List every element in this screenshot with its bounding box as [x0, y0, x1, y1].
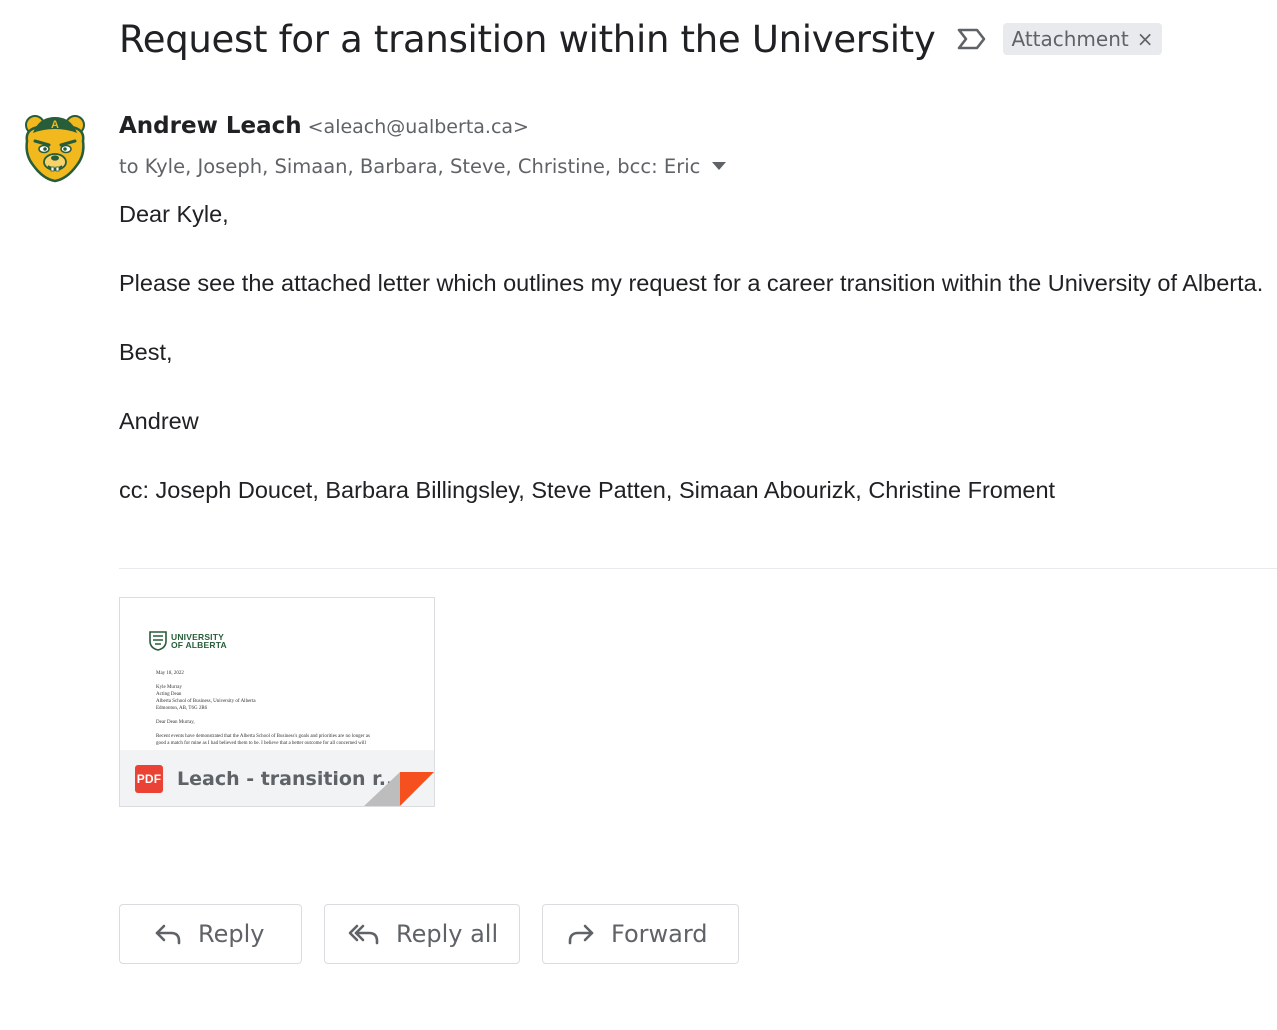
- body-greeting: Dear Kyle,: [119, 201, 229, 227]
- show-details-chevron-down-icon[interactable]: [712, 162, 727, 170]
- email-body: Dear Kyle, Please see the attached lette…: [119, 199, 1263, 505]
- reply-button[interactable]: Reply: [119, 904, 302, 964]
- letter-line: Dear Dean Murray,: [156, 720, 195, 725]
- sender-name[interactable]: Andrew Leach: [119, 113, 302, 139]
- message-actions: Reply Reply all Forward: [119, 904, 739, 964]
- attachment-card[interactable]: UNIVERSITY OF ALBERTA May 18, 2022 Kyle …: [119, 597, 435, 807]
- letter-line: Kyle Murray: [156, 685, 182, 690]
- body-closing: Best,: [119, 339, 173, 365]
- subject-row: Request for a transition within the Univ…: [119, 14, 1162, 64]
- recipients-row: to Kyle, Joseph, Simaan, Barbara, Steve,…: [119, 151, 727, 181]
- forward-label: Forward: [611, 920, 708, 948]
- reply-all-icon: [348, 923, 380, 945]
- letter-line: Alberta School of Business, University o…: [156, 699, 256, 704]
- forward-button[interactable]: Forward: [542, 904, 739, 964]
- reply-label: Reply: [198, 920, 265, 948]
- important-marker-icon[interactable]: [957, 26, 987, 52]
- letter-line: Acting Dean: [156, 692, 182, 697]
- university-of-alberta-logo: UNIVERSITY OF ALBERTA: [149, 631, 227, 651]
- letter-line: good a match for mine as I had believed …: [156, 741, 366, 746]
- sender-avatar[interactable]: A: [19, 111, 91, 183]
- svg-text:A: A: [51, 119, 59, 131]
- pdf-icon: PDF: [135, 765, 163, 793]
- body-cc-line: cc: Joseph Doucet, Barbara Billingsley, …: [119, 477, 1056, 503]
- reply-all-label: Reply all: [396, 920, 499, 948]
- letter-line: Edmonton, AB, T6G 2R6: [156, 706, 208, 711]
- body-paragraph: Please see the attached letter which out…: [119, 270, 1264, 296]
- recipients-text: to Kyle, Joseph, Simaan, Barbara, Steve,…: [119, 154, 701, 178]
- letter-line: Recent events have demonstrated that the…: [156, 734, 370, 739]
- golden-bear-icon: A: [25, 115, 85, 183]
- label-chip-text: Attachment: [1011, 27, 1129, 51]
- page-fold-corner-icon: [364, 772, 434, 806]
- reply-icon: [154, 923, 182, 945]
- letter-preview-text: May 18, 2022 Kyle Murray Acting Dean Alb…: [156, 670, 370, 747]
- reply-all-button[interactable]: Reply all: [324, 904, 520, 964]
- forward-icon: [567, 923, 595, 945]
- label-chip-attachment[interactable]: Attachment ×: [1003, 23, 1162, 55]
- attachments-divider: [119, 568, 1277, 569]
- uofa-shield-icon: [149, 631, 167, 651]
- sender-email: <aleach@ualberta.ca>: [307, 116, 529, 138]
- logo-line-2: OF ALBERTA: [171, 640, 227, 650]
- letter-line: May 18, 2022: [156, 671, 184, 676]
- body-signature: Andrew: [119, 408, 199, 434]
- sender-row: Andrew Leach <aleach@ualberta.ca>: [119, 113, 529, 147]
- email-subject: Request for a transition within the Univ…: [119, 17, 936, 61]
- remove-label-icon[interactable]: ×: [1137, 27, 1154, 51]
- attachment-preview: UNIVERSITY OF ALBERTA May 18, 2022 Kyle …: [120, 598, 434, 750]
